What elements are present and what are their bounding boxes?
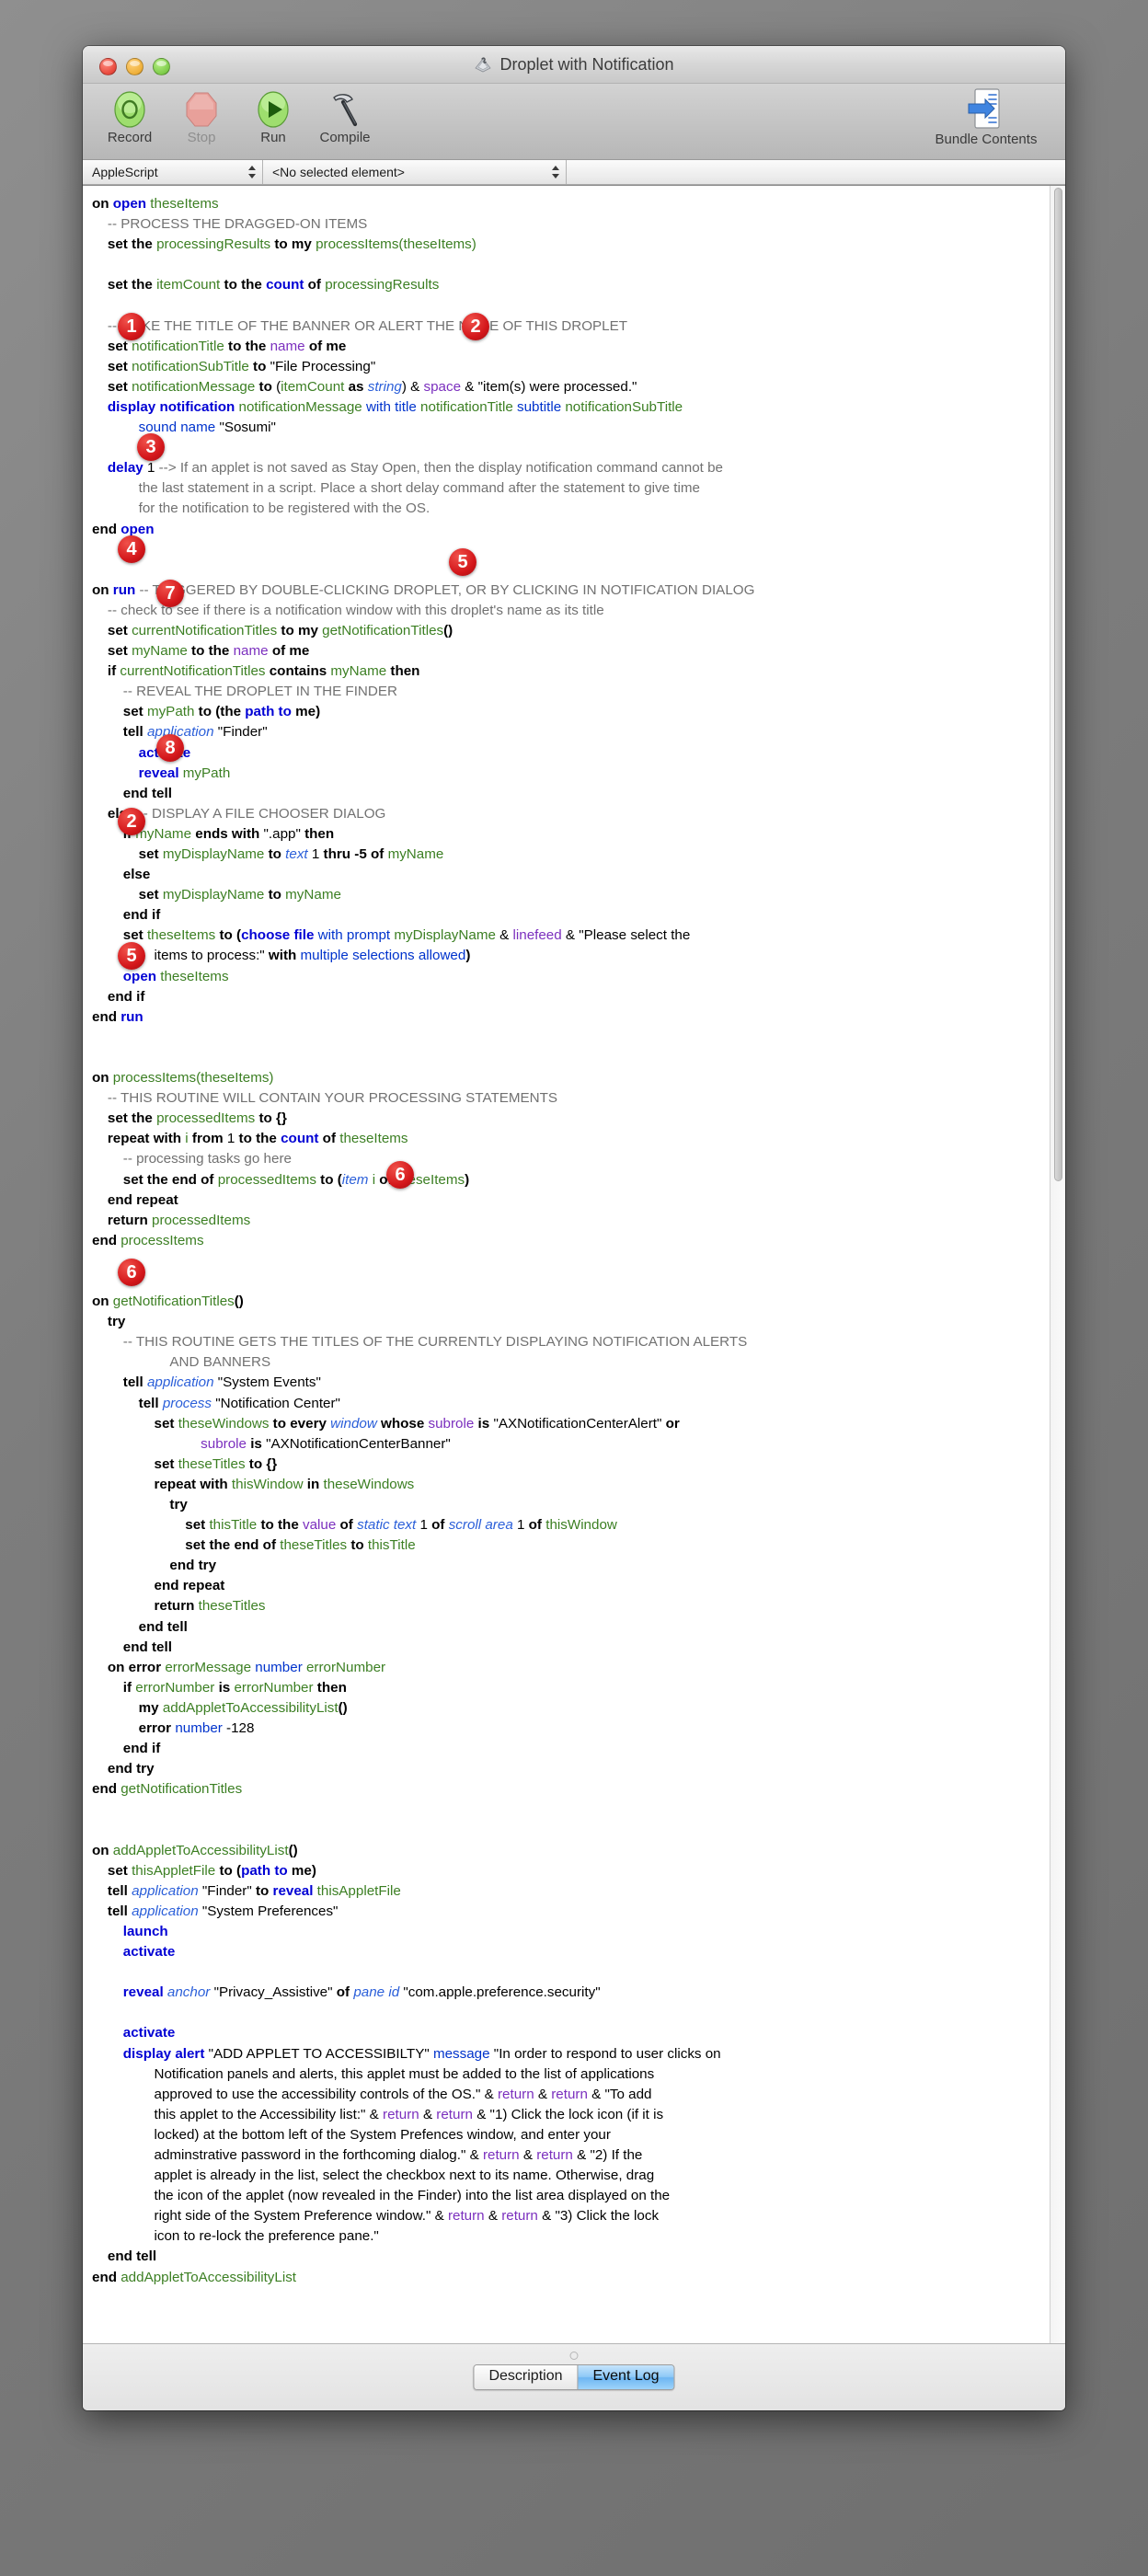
bottom-tab-group: Description Event Log	[473, 2364, 675, 2390]
stop-button-label: Stop	[187, 130, 216, 145]
navbar-filler	[567, 160, 1065, 184]
language-popup-value: AppleScript	[92, 165, 158, 179]
chevron-updown-icon	[248, 165, 257, 179]
callout-badge: 3	[137, 433, 165, 461]
minimize-button[interactable]	[126, 58, 144, 75]
editor-navbar: AppleScript <No selected element>	[83, 160, 1065, 185]
callout-badge: 8	[156, 734, 184, 762]
close-button[interactable]	[99, 58, 117, 75]
record-icon	[110, 87, 149, 132]
bundle-contents-icon	[963, 87, 1009, 132]
chevron-updown-icon	[552, 165, 560, 179]
stop-icon	[182, 87, 221, 132]
bundle-contents-label: Bundle Contents	[935, 132, 1038, 147]
page-title: Droplet with Notification	[499, 54, 674, 74]
callout-badge: 5	[449, 548, 476, 576]
callout-badge: 6	[386, 1161, 414, 1189]
callout-badge: 5	[118, 942, 145, 970]
callout-badge: 7	[156, 580, 184, 607]
script-editor-window: Droplet with Notification Record Stop Ru…	[83, 46, 1065, 2410]
scrollbar-thumb[interactable]	[1054, 188, 1062, 1181]
script-editor-area: on open theseItems -- PROCESS THE DRAGGE…	[83, 185, 1065, 2343]
zoom-button[interactable]	[153, 58, 170, 75]
run-icon	[254, 87, 293, 132]
tab-description[interactable]: Description	[474, 2365, 579, 2389]
bundle-contents-button[interactable]: Bundle Contents	[922, 87, 1050, 147]
tab-event-log[interactable]: Event Log	[578, 2365, 674, 2389]
callout-badge: 4	[118, 535, 145, 563]
vertical-scrollbar[interactable]	[1050, 186, 1065, 2343]
callout-badge: 2	[462, 313, 489, 340]
element-popup-value: <No selected element>	[272, 165, 405, 179]
toolbar: Record Stop Run Compile Bundle Contents	[83, 84, 1065, 160]
stop-button[interactable]: Stop	[167, 87, 235, 145]
callout-badge: 6	[118, 1259, 145, 1286]
record-button-label: Record	[107, 130, 153, 145]
window-titlebar: Droplet with Notification	[83, 46, 1065, 84]
run-button[interactable]: Run	[239, 87, 307, 145]
element-popup[interactable]: <No selected element>	[263, 160, 567, 184]
window-title-group: Droplet with Notification	[83, 46, 1065, 83]
hammer-icon	[325, 87, 365, 132]
run-button-label: Run	[260, 130, 286, 145]
compile-button[interactable]: Compile	[311, 87, 379, 145]
callout-badge: 1	[118, 313, 145, 340]
applescript-document-icon	[474, 55, 492, 74]
toolbar-button-group: Record Stop Run Compile	[96, 87, 379, 145]
callout-badge: 2	[118, 808, 145, 835]
compile-button-label: Compile	[319, 130, 371, 145]
bottom-bar: Description Event Log	[83, 2343, 1065, 2410]
language-popup[interactable]: AppleScript	[83, 160, 263, 184]
resize-grip-icon[interactable]	[569, 2352, 579, 2360]
script-source-code[interactable]: on open theseItems -- PROCESS THE DRAGGE…	[83, 186, 1050, 2343]
record-button[interactable]: Record	[96, 87, 164, 145]
